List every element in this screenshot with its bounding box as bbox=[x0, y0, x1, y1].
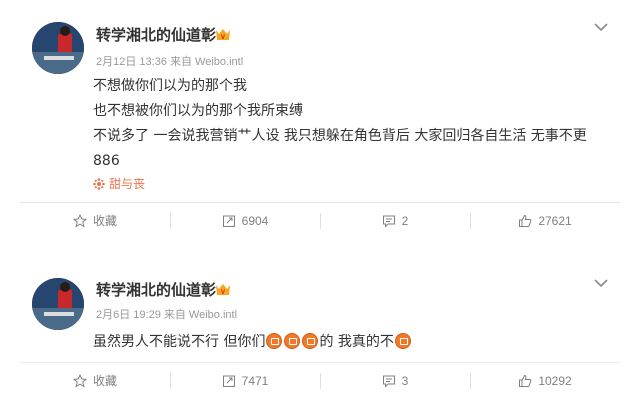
like-count: 10292 bbox=[538, 373, 572, 388]
comment-button[interactable]: 3 bbox=[320, 363, 470, 398]
action-bar: 收藏 7471 3 10292 bbox=[20, 362, 620, 398]
post-meta: 2月6日 19:29 来自 Weibo.intl bbox=[96, 309, 238, 321]
avatar[interactable] bbox=[32, 278, 84, 330]
comment-icon bbox=[382, 215, 395, 228]
post-meta: 2月12日 13:36 来自 Weibo.intl bbox=[96, 56, 244, 68]
favorite-button[interactable]: 收藏 bbox=[20, 363, 170, 398]
like-button[interactable]: 27621 bbox=[470, 203, 620, 238]
content-line: 886 bbox=[93, 153, 120, 169]
repost-icon bbox=[222, 375, 235, 387]
content-line: 也不想被你们以为的那个我所束缚 bbox=[93, 103, 303, 119]
like-count: 27621 bbox=[538, 213, 572, 228]
like-button[interactable]: 10292 bbox=[470, 363, 620, 398]
repost-button[interactable]: 6904 bbox=[170, 203, 320, 238]
comment-icon bbox=[382, 375, 395, 388]
chevron-down-icon[interactable] bbox=[594, 22, 608, 32]
svg-text:V: V bbox=[221, 35, 225, 41]
emoji-icon bbox=[302, 333, 319, 349]
vip-badge-icon: V bbox=[216, 29, 230, 41]
star-icon bbox=[72, 213, 87, 228]
thumbs-up-icon bbox=[519, 374, 532, 387]
comment-count: 2 bbox=[401, 213, 409, 228]
comment-button[interactable]: 2 bbox=[320, 203, 470, 238]
favorite-label: 收藏 bbox=[92, 214, 117, 228]
topic-icon bbox=[93, 177, 105, 190]
feed-gap bbox=[0, 248, 640, 262]
favorite-button[interactable]: 收藏 bbox=[20, 203, 170, 238]
emoji-icon bbox=[394, 333, 411, 349]
action-bar: 收藏 6904 2 27621 bbox=[20, 202, 620, 238]
username[interactable]: 转学湘北的仙道彰 bbox=[96, 279, 216, 300]
weibo-post: 转学湘北的仙道彰 V 2月6日 19:29 来自 Weibo.intl 虽然男人… bbox=[0, 262, 640, 413]
avatar[interactable] bbox=[32, 22, 84, 74]
username[interactable]: 转学湘北的仙道彰 bbox=[96, 24, 216, 45]
favorite-label: 收藏 bbox=[92, 374, 117, 388]
emoji-icon bbox=[266, 333, 283, 349]
post-content: 不想做你们以为的那个我 也不想被你们以为的那个我所束缚 不说多了 一会说我营销艹… bbox=[93, 74, 613, 174]
content-line: 不想做你们以为的那个我 bbox=[93, 78, 247, 94]
svg-text:V: V bbox=[221, 290, 225, 296]
content-text: 的 我真的不 bbox=[319, 334, 394, 350]
topic-link[interactable]: 甜与丧 bbox=[93, 175, 145, 192]
repost-count: 7471 bbox=[241, 373, 269, 388]
vip-badge-icon: V bbox=[216, 284, 230, 296]
content-line: 虽然男人不能说不行 但你们 的 我真的不 bbox=[93, 330, 613, 355]
weibo-post: 转学湘北的仙道彰 V 2月12日 13:36 来自 Weibo.intl 不想做… bbox=[0, 0, 640, 248]
thumbs-up-icon bbox=[519, 214, 532, 227]
emoji-icon bbox=[284, 333, 301, 349]
comment-count: 3 bbox=[401, 373, 409, 388]
topic-label: 甜与丧 bbox=[109, 177, 146, 191]
content-line: 不说多了 一会说我营销艹人设 我只想躲在角色背后 大家回归各自生活 无事不更 bbox=[93, 128, 587, 144]
content-text: 虽然男人不能说不行 但你们 bbox=[93, 334, 266, 350]
chevron-down-icon[interactable] bbox=[594, 278, 608, 288]
star-icon bbox=[72, 373, 87, 388]
repost-icon bbox=[222, 215, 235, 227]
repost-count: 6904 bbox=[241, 213, 269, 228]
post-content: 虽然男人不能说不行 但你们 的 我真的不 bbox=[93, 330, 613, 355]
repost-button[interactable]: 7471 bbox=[170, 363, 320, 398]
